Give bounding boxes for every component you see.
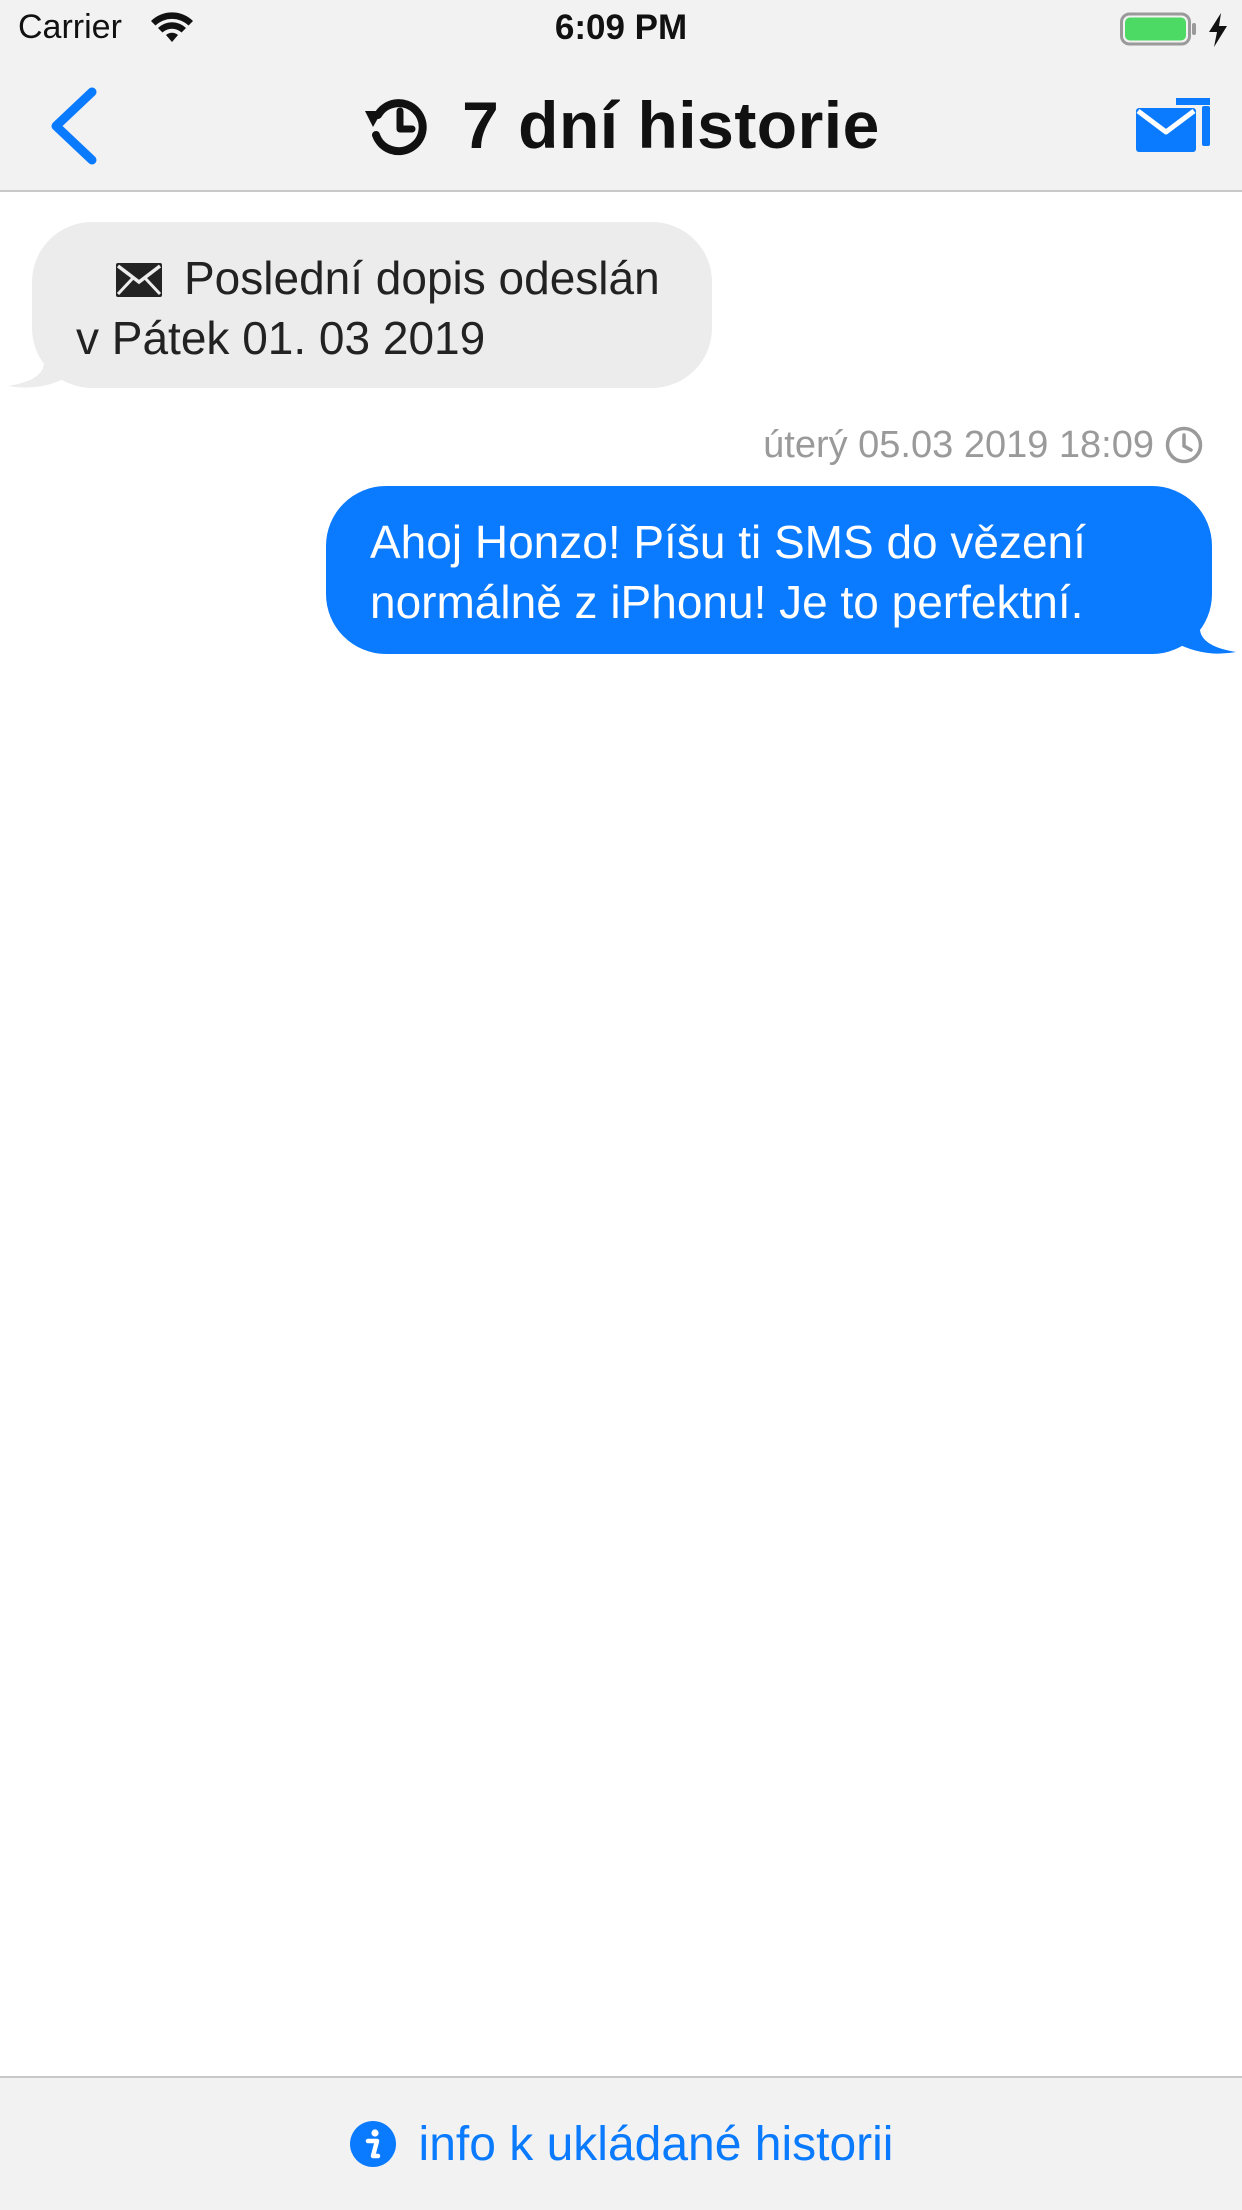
battery-icon xyxy=(1120,12,1196,46)
incoming-message-text-1: Poslední dopis odeslán xyxy=(184,252,660,304)
history-icon xyxy=(365,99,427,156)
info-icon xyxy=(349,2121,396,2167)
incoming-message-line-1: Poslední dopis odeslán xyxy=(76,248,672,308)
nav-bar: 7 dní historie xyxy=(0,60,1242,192)
message-timestamp-row: úterý 05.03 2019 18:09 xyxy=(763,420,1204,470)
envelope-icon xyxy=(116,263,162,297)
outgoing-message-text-2: normálně z iPhonu! Je to perfektní. xyxy=(370,576,1084,628)
history-info-label: info k ukládané historii xyxy=(418,2117,894,2171)
clock-icon xyxy=(1165,426,1203,464)
charging-bolt-icon xyxy=(1209,13,1227,47)
outgoing-message-text-1: Ahoj Honzo! Píšu ti SMS do vězení xyxy=(370,516,1086,568)
nav-title-group: 7 dní historie xyxy=(0,60,1242,190)
status-bar: Carrier 6:09 PM xyxy=(0,0,1242,60)
mail-send-button[interactable] xyxy=(1136,96,1212,154)
outgoing-message-bubble: Ahoj Honzo! Píšu ti SMS do vězení normál… xyxy=(326,486,1212,654)
message-timestamp: úterý 05.03 2019 18:09 xyxy=(763,423,1154,466)
history-info-button[interactable]: info k ukládané historii xyxy=(0,2076,1242,2210)
incoming-message-text-2: v Pátek 01. 03 2019 xyxy=(76,312,486,364)
incoming-message-bubble: Poslední dopis odeslán v Pátek 01. 03 20… xyxy=(32,222,712,388)
page-title: 7 dní historie xyxy=(462,88,880,162)
status-time: 6:09 PM xyxy=(554,8,688,47)
